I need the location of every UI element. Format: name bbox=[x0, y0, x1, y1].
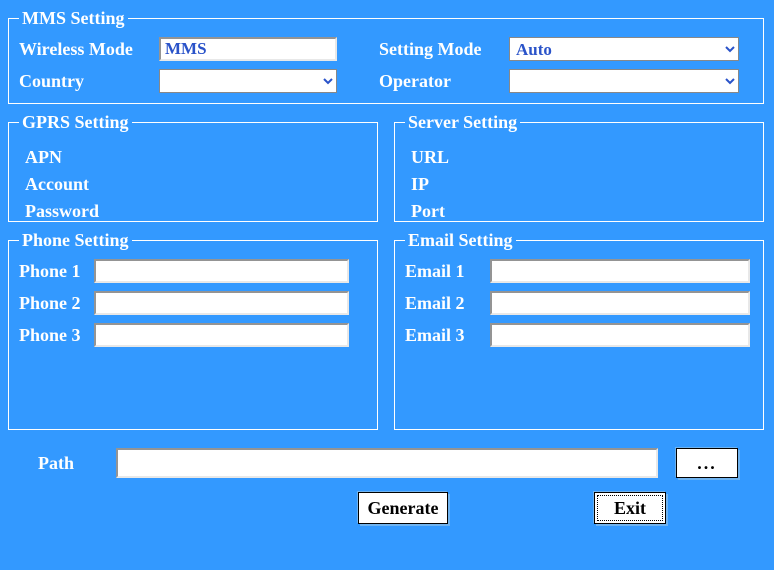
mms-grid: Wireless Mode Setting Mode Auto Country … bbox=[19, 37, 753, 93]
exit-button[interactable]: Exit bbox=[594, 492, 666, 524]
email1-label: Email 1 bbox=[405, 261, 490, 282]
country-select[interactable] bbox=[159, 69, 337, 93]
email2-input[interactable] bbox=[490, 291, 750, 315]
email1-input[interactable] bbox=[490, 259, 750, 283]
setting-mode-label: Setting Mode bbox=[379, 39, 509, 60]
phone3-input[interactable] bbox=[94, 323, 349, 347]
email3-input[interactable] bbox=[490, 323, 750, 347]
server-setting-group: Server Setting URL IP Port bbox=[394, 112, 764, 222]
phone3-label: Phone 3 bbox=[19, 325, 94, 346]
apn-label: APN bbox=[25, 147, 367, 168]
url-label: URL bbox=[411, 147, 753, 168]
mms-setting-group: MMS Setting Wireless Mode Setting Mode A… bbox=[8, 8, 764, 104]
ip-label: IP bbox=[411, 174, 753, 195]
phone2-input[interactable] bbox=[94, 291, 349, 315]
setting-mode-select[interactable]: Auto bbox=[509, 37, 739, 61]
operator-select[interactable] bbox=[509, 69, 739, 93]
mms-legend: MMS Setting bbox=[19, 8, 128, 29]
email2-label: Email 2 bbox=[405, 293, 490, 314]
port-label: Port bbox=[411, 201, 753, 222]
server-legend: Server Setting bbox=[405, 112, 520, 133]
path-input[interactable] bbox=[116, 448, 658, 478]
phone1-input[interactable] bbox=[94, 259, 349, 283]
wireless-mode-label: Wireless Mode bbox=[19, 39, 159, 60]
app-root: MMS Setting Wireless Mode Setting Mode A… bbox=[0, 0, 774, 570]
country-label: Country bbox=[19, 71, 159, 92]
operator-label: Operator bbox=[379, 71, 509, 92]
path-label: Path bbox=[38, 453, 98, 474]
phone-legend: Phone Setting bbox=[19, 230, 132, 251]
email3-label: Email 3 bbox=[405, 325, 490, 346]
browse-button[interactable]: ... bbox=[676, 448, 738, 478]
button-row: Generate Exit bbox=[8, 492, 766, 528]
email-legend: Email Setting bbox=[405, 230, 516, 251]
phone-setting-group: Phone Setting Phone 1 Phone 2 Phone 3 bbox=[8, 230, 378, 430]
phone1-label: Phone 1 bbox=[19, 261, 94, 282]
gprs-setting-group: GPRS Setting APN Account Password bbox=[8, 112, 378, 222]
password-label: Password bbox=[25, 201, 367, 222]
gprs-legend: GPRS Setting bbox=[19, 112, 132, 133]
generate-button[interactable]: Generate bbox=[358, 492, 448, 524]
phone2-label: Phone 2 bbox=[19, 293, 94, 314]
wireless-mode-input[interactable] bbox=[159, 37, 337, 61]
path-row: Path ... bbox=[8, 448, 766, 478]
email-setting-group: Email Setting Email 1 Email 2 Email 3 bbox=[394, 230, 764, 430]
account-label: Account bbox=[25, 174, 367, 195]
